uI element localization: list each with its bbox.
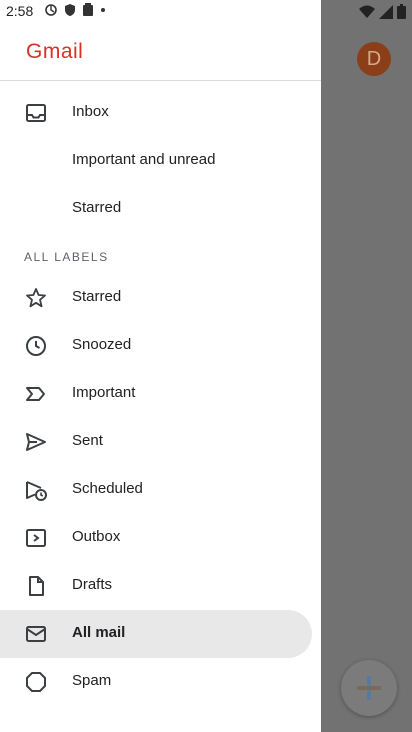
plus-icon — [357, 676, 381, 700]
drawer-item-label: Outbox — [72, 528, 121, 545]
status-time: 2:58 — [6, 3, 34, 19]
drawer-item-starred[interactable]: Starred — [0, 274, 312, 322]
send-icon — [26, 433, 46, 451]
wifi-icon — [359, 5, 375, 18]
gmail-logo: Gmail — [26, 40, 84, 63]
drawer-item-label: Snoozed — [72, 336, 132, 353]
drawer-item-label: Important and unread — [72, 151, 216, 168]
important-icon — [26, 387, 45, 401]
drawer-item-label: Spam — [72, 672, 112, 689]
signal-icon — [379, 4, 393, 19]
all-mail-icon — [26, 626, 46, 642]
system-icons — [359, 4, 406, 19]
drawer-item-label: Important — [72, 384, 136, 401]
drawer-item-label: Sent — [72, 432, 103, 449]
drawer-item-label: Starred — [72, 288, 122, 305]
account-avatar: D — [357, 42, 391, 76]
draft-icon — [29, 576, 44, 596]
drawer-item-label: All mail — [72, 624, 126, 641]
drawer-item-starred-section[interactable]: Starred — [0, 185, 312, 233]
drawer-item-important[interactable]: Important — [0, 370, 312, 418]
outbox-icon — [26, 529, 46, 547]
navigation-drawer: Gmail Inbox Important and unread Starred… — [0, 0, 321, 732]
battery-icon — [397, 4, 406, 19]
dot-icon — [101, 8, 105, 12]
drawer-item-label: Starred — [72, 199, 122, 216]
storage-icon — [83, 3, 93, 16]
drawer-item-label: Drafts — [72, 576, 113, 593]
drawer-item-important-and-unread[interactable]: Important and unread — [0, 137, 312, 185]
drawer-item-snoozed[interactable]: Snoozed — [0, 322, 312, 370]
inbox-icon — [26, 104, 46, 122]
drawer-item-label: Inbox — [72, 103, 109, 120]
drawer-item-inbox[interactable]: Inbox — [0, 89, 312, 137]
status-bar: 2:58 — [0, 0, 412, 24]
shield-icon — [65, 4, 75, 16]
drawer-item-outbox[interactable]: Outbox — [0, 514, 312, 562]
drawer-item-label: Scheduled — [72, 480, 143, 497]
drawer-item-scheduled[interactable]: Scheduled — [0, 466, 312, 514]
drawer-item-all-mail[interactable]: All mail — [0, 610, 312, 658]
all-labels-header: ALL LABELS — [24, 250, 109, 264]
spam-icon — [26, 672, 46, 692]
star-icon — [26, 288, 46, 308]
drawer-item-sent[interactable]: Sent — [0, 418, 312, 466]
scheduled-send-icon — [26, 481, 47, 501]
background-app-scrim[interactable] — [321, 0, 412, 732]
drawer-item-drafts[interactable]: Drafts — [0, 562, 312, 610]
drawer-item-spam[interactable]: Spam — [0, 658, 312, 706]
clock-icon — [26, 336, 46, 356]
drawer-header: Gmail — [0, 24, 321, 81]
sync-icon — [45, 4, 57, 16]
notification-icons — [44, 3, 106, 17]
compose-fab — [341, 660, 397, 716]
